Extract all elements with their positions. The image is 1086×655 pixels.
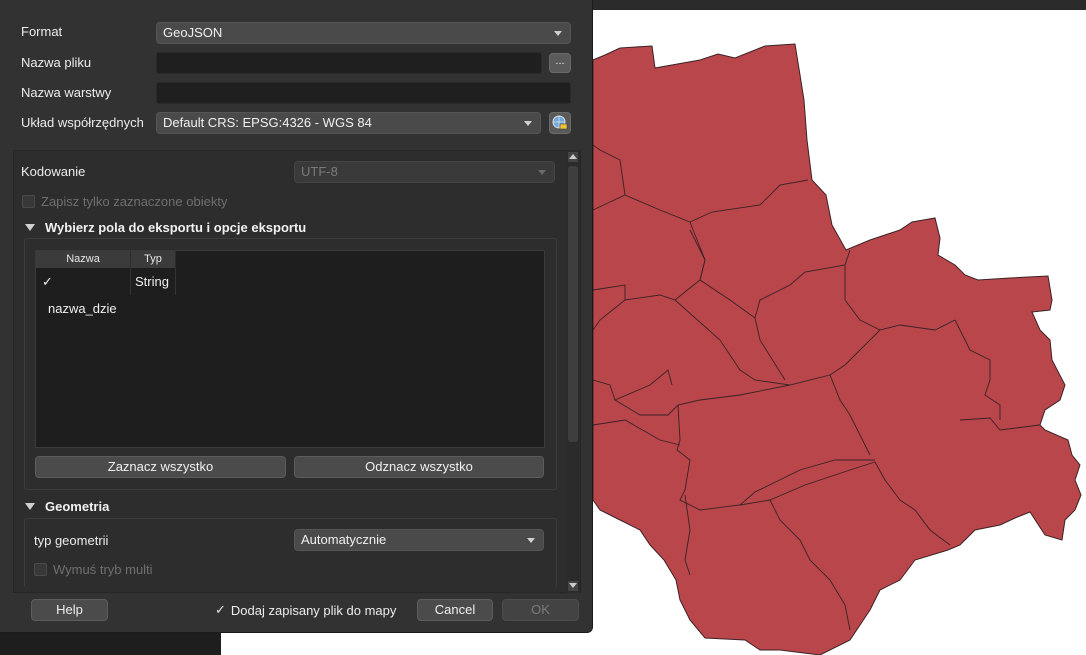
chevron-down-icon xyxy=(554,31,562,36)
browse-button[interactable]: ... xyxy=(549,53,571,73)
fields-section-title: Wybierz pola do eksportu i opcje eksport… xyxy=(45,220,307,235)
scroll-down-button[interactable] xyxy=(568,581,578,591)
format-combobox[interactable]: GeoJSON xyxy=(156,22,571,44)
column-header-type[interactable]: Typ xyxy=(131,251,176,268)
geometry-section-header[interactable]: Geometria xyxy=(25,499,109,514)
geometry-type-label: typ geometrii xyxy=(34,533,109,548)
field-name-cell[interactable]: ✓ nazwa_dzie xyxy=(36,268,131,316)
add-to-map-label: Dodaj zapisany plik do mapy xyxy=(230,602,397,618)
options-scrollbar[interactable] xyxy=(566,150,580,593)
help-button[interactable]: Help xyxy=(31,599,108,621)
fields-section-header[interactable]: Wybierz pola do eksportu i opcje eksport… xyxy=(25,220,306,235)
chevron-down-icon xyxy=(538,170,546,175)
geometry-type-row: typ geometrii xyxy=(34,533,108,548)
format-value: GeoJSON xyxy=(163,25,223,40)
crs-label: Układ współrzędnych xyxy=(21,115,144,130)
crs-value: Default CRS: EPSG:4326 - WGS 84 xyxy=(163,115,372,130)
crs-selector-icon xyxy=(552,115,568,130)
deselect-all-button[interactable]: Odznacz wszystko xyxy=(294,456,544,478)
encoding-combobox[interactable]: UTF-8 xyxy=(294,161,555,183)
chevron-down-icon xyxy=(527,538,535,543)
arrow-up-icon xyxy=(569,154,577,159)
force-multi-checkbox[interactable] xyxy=(34,563,47,576)
encoding-label: Kodowanie xyxy=(21,164,86,179)
arrow-down-icon xyxy=(569,583,577,588)
save-vector-layer-dialog: Format GeoJSON Nazwa pliku ... Nazwa war… xyxy=(0,0,593,633)
selected-only-label: Zapisz tylko zaznaczone obiekty xyxy=(41,194,228,209)
table-row[interactable]: ✓ nazwa_dzie String xyxy=(36,268,176,316)
chevron-down-icon xyxy=(524,121,532,126)
check-icon: ✓ xyxy=(42,274,53,289)
format-label: Format xyxy=(21,24,63,39)
layer-name-input[interactable] xyxy=(156,82,571,104)
crs-row: Układ współrzędnych xyxy=(21,115,144,130)
filename-label: Nazwa pliku xyxy=(21,55,92,70)
table-header: Nazwa Typ xyxy=(36,251,176,268)
layer-label: Nazwa warstwy xyxy=(21,85,112,100)
layer-row: Nazwa warstwy xyxy=(21,85,111,100)
crs-selector-button[interactable] xyxy=(549,112,571,134)
select-all-button[interactable]: Zaznacz wszystko xyxy=(35,456,286,478)
add-to-map-row[interactable]: ✓ Dodaj zapisany plik do mapy xyxy=(215,602,396,618)
encoding-value: UTF-8 xyxy=(301,164,338,179)
selected-only-checkbox[interactable] xyxy=(22,195,35,208)
format-row: Format xyxy=(21,24,62,39)
geometry-section-title: Geometria xyxy=(45,499,110,514)
encoding-row: Kodowanie xyxy=(21,164,85,179)
filename-row: Nazwa pliku xyxy=(21,55,91,70)
add-to-map-checkmark[interactable]: ✓ xyxy=(215,602,226,618)
filename-input[interactable] xyxy=(156,52,542,74)
geometry-type-combobox[interactable]: Automatycznie xyxy=(294,529,544,551)
field-type-cell: String xyxy=(131,268,176,295)
map-toolbar-strip xyxy=(593,0,1086,10)
force-multi-row: Wymuś tryb multi xyxy=(34,562,153,577)
browse-label: ... xyxy=(555,55,565,67)
cancel-button[interactable]: Cancel xyxy=(417,599,493,621)
collapse-triangle-icon xyxy=(25,503,35,510)
fields-table[interactable]: Nazwa Typ ✓ nazwa_dzie String xyxy=(35,250,545,448)
collapse-triangle-icon xyxy=(25,224,35,231)
force-multi-label: Wymuś tryb multi xyxy=(53,562,153,577)
crs-combobox[interactable]: Default CRS: EPSG:4326 - WGS 84 xyxy=(156,112,541,134)
selected-only-row: Zapisz tylko zaznaczone obiekty xyxy=(22,194,227,209)
scroll-up-button[interactable] xyxy=(568,152,578,162)
field-name: nazwa_dzie xyxy=(48,301,117,316)
ok-button[interactable]: OK xyxy=(502,599,579,621)
column-header-name[interactable]: Nazwa xyxy=(36,251,131,268)
geometry-type-value: Automatycznie xyxy=(301,532,387,547)
scrollbar-thumb[interactable] xyxy=(568,166,578,442)
